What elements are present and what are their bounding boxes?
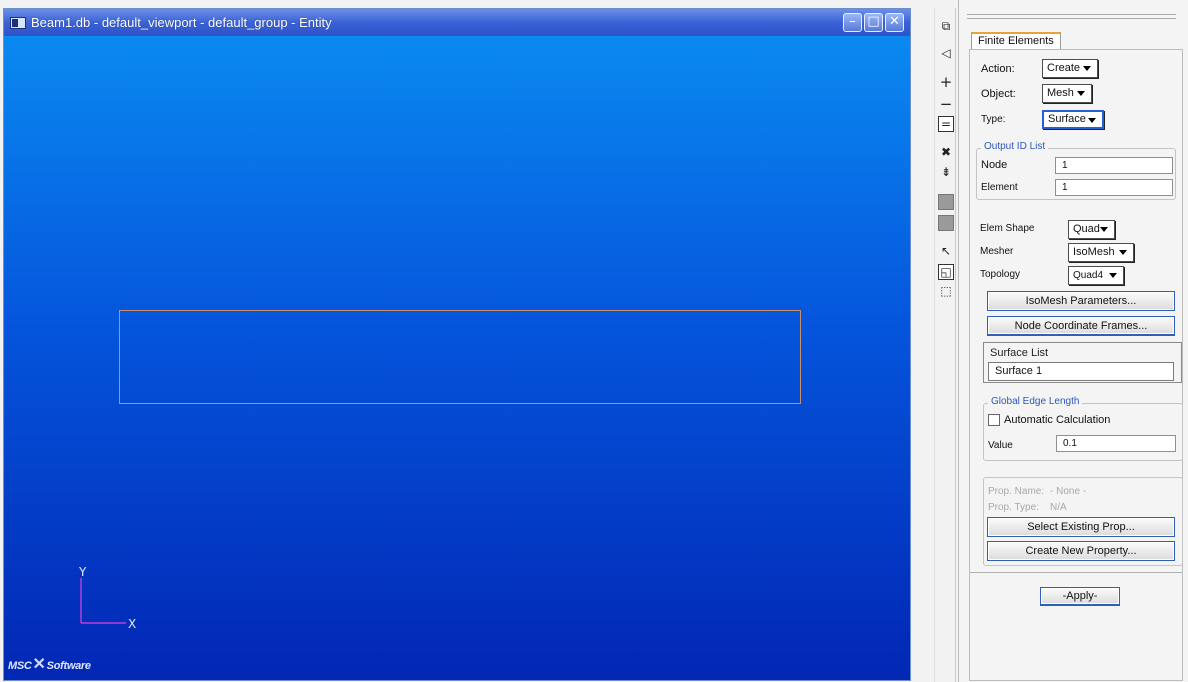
surface-list-group: Surface List Surface 1	[983, 342, 1182, 383]
object-value: Mesh	[1047, 87, 1074, 99]
object-dropdown[interactable]: Mesh	[1042, 84, 1092, 103]
action-value: Create	[1047, 62, 1081, 74]
elem-shape-value: Quad	[1073, 223, 1100, 235]
type-value: Surface	[1048, 113, 1086, 125]
finite-elements-panel: Finite Elements Action: Create Object: M…	[958, 0, 1188, 682]
action-dropdown[interactable]: Create	[1042, 59, 1098, 78]
type-label: Type:	[981, 114, 1006, 125]
frame-select-icon[interactable]: ◱	[938, 264, 954, 280]
chevron-down-icon	[1088, 118, 1096, 123]
app-window-icon	[10, 16, 26, 29]
gray-square-icon[interactable]	[938, 215, 954, 231]
mesher-label: Mesher	[980, 246, 1014, 257]
elem-shape-label: Elem Shape	[980, 223, 1035, 234]
panel-grip[interactable]	[967, 14, 1176, 19]
chevron-down-icon	[1083, 66, 1091, 71]
y-axis-label: Y	[78, 566, 87, 579]
minimize-button[interactable]: –	[843, 13, 862, 32]
brand-right-text: Software	[46, 660, 91, 672]
chevron-down-icon	[1119, 250, 1127, 255]
panel-separator	[970, 572, 1182, 573]
surface-list-label: Surface List	[990, 347, 1049, 359]
close-button[interactable]: ✕	[885, 13, 904, 32]
pick-filter-icon[interactable]: ⇟	[938, 164, 954, 180]
elem-shape-dropdown[interactable]: Quad	[1068, 220, 1115, 239]
axis-triad: Y X	[78, 566, 136, 631]
beam-surface-geometry[interactable]	[119, 310, 801, 404]
output-id-title: Output ID List	[981, 141, 1049, 152]
object-label: Object:	[981, 88, 1016, 100]
selection-toolbar: ⧉ ◁ + − = ✖ ⇟ ↖ ◱ ⬚	[934, 8, 956, 682]
property-group: Prop. Name: - None - Prop. Type: N/A Sel…	[983, 477, 1183, 566]
zoom-in-icon[interactable]: +	[938, 74, 954, 90]
topology-value: Quad4	[1073, 270, 1104, 281]
chevron-down-icon	[1109, 273, 1117, 278]
select-existing-prop-button[interactable]: Select Existing Prop...	[987, 517, 1175, 537]
msc-software-logo: MSC✕Software	[8, 656, 91, 673]
window-title: Beam1.db - default_viewport - default_gr…	[31, 15, 332, 30]
element-id-field[interactable]: 1	[1055, 179, 1173, 196]
chevron-down-icon	[1100, 227, 1108, 232]
create-new-property-button[interactable]: Create New Property...	[987, 541, 1175, 561]
maximize-button[interactable]: □	[864, 13, 883, 32]
x-axis-label: X	[128, 617, 136, 631]
value-label: Value	[988, 440, 1013, 451]
zoom-out-icon[interactable]: −	[938, 96, 954, 112]
topology-dropdown[interactable]: Quad4	[1068, 266, 1124, 285]
automatic-calculation-checkbox[interactable]	[988, 414, 1000, 426]
apply-button[interactable]: -Apply-	[1040, 587, 1120, 606]
tab-body: Action: Create Object: Mesh Type: Surfac…	[969, 49, 1183, 681]
window-titlebar[interactable]: Beam1.db - default_viewport - default_gr…	[4, 9, 910, 36]
global-edge-length-group: Global Edge Length Automatic Calculation…	[983, 396, 1183, 461]
node-label: Node	[981, 159, 1008, 171]
window-controls: – □ ✕	[843, 13, 904, 32]
view-corner-icon[interactable]: ⧉	[938, 18, 954, 34]
edge-length-value-field[interactable]: 0.1	[1056, 435, 1176, 452]
select-arrow-icon[interactable]: ↖	[938, 243, 954, 259]
equal-icon[interactable]: =	[938, 116, 954, 132]
brand-left-text: MSC	[8, 660, 32, 672]
prop-type-value: N/A	[1050, 502, 1067, 513]
prop-name-label: Prop. Name:	[988, 486, 1045, 497]
type-dropdown[interactable]: Surface	[1042, 110, 1104, 129]
graphics-viewport[interactable]: Y X MSC✕Software	[4, 36, 910, 680]
gray-square-icon[interactable]	[938, 194, 954, 210]
tab-finite-elements[interactable]: Finite Elements	[971, 32, 1061, 50]
curve-select-icon[interactable]: ◁	[938, 45, 954, 61]
mesher-value: IsoMesh	[1073, 246, 1115, 258]
prop-name-value: - None -	[1050, 486, 1087, 497]
output-id-group: Output ID List Node 1 Element 1	[976, 141, 1176, 200]
element-label: Element	[981, 182, 1018, 193]
node-id-field[interactable]: 1	[1055, 157, 1173, 174]
cube-select-icon[interactable]: ⬚	[938, 283, 954, 299]
chevron-down-icon	[1077, 91, 1085, 96]
viewport-window: Beam1.db - default_viewport - default_gr…	[3, 8, 911, 681]
topology-label: Topology	[980, 269, 1021, 280]
prop-type-label: Prop. Type:	[988, 502, 1039, 513]
mesher-dropdown[interactable]: IsoMesh	[1068, 243, 1134, 262]
isomesh-parameters-button[interactable]: IsoMesh Parameters...	[987, 291, 1175, 311]
node-coordinate-frames-button[interactable]: Node Coordinate Frames...	[987, 316, 1175, 336]
automatic-calculation-label: Automatic Calculation	[1004, 414, 1111, 426]
surface-list-field[interactable]: Surface 1	[988, 362, 1174, 381]
global-edge-title: Global Edge Length	[988, 396, 1083, 407]
action-label: Action:	[981, 63, 1015, 75]
cross-icon[interactable]: ✖	[938, 144, 954, 160]
